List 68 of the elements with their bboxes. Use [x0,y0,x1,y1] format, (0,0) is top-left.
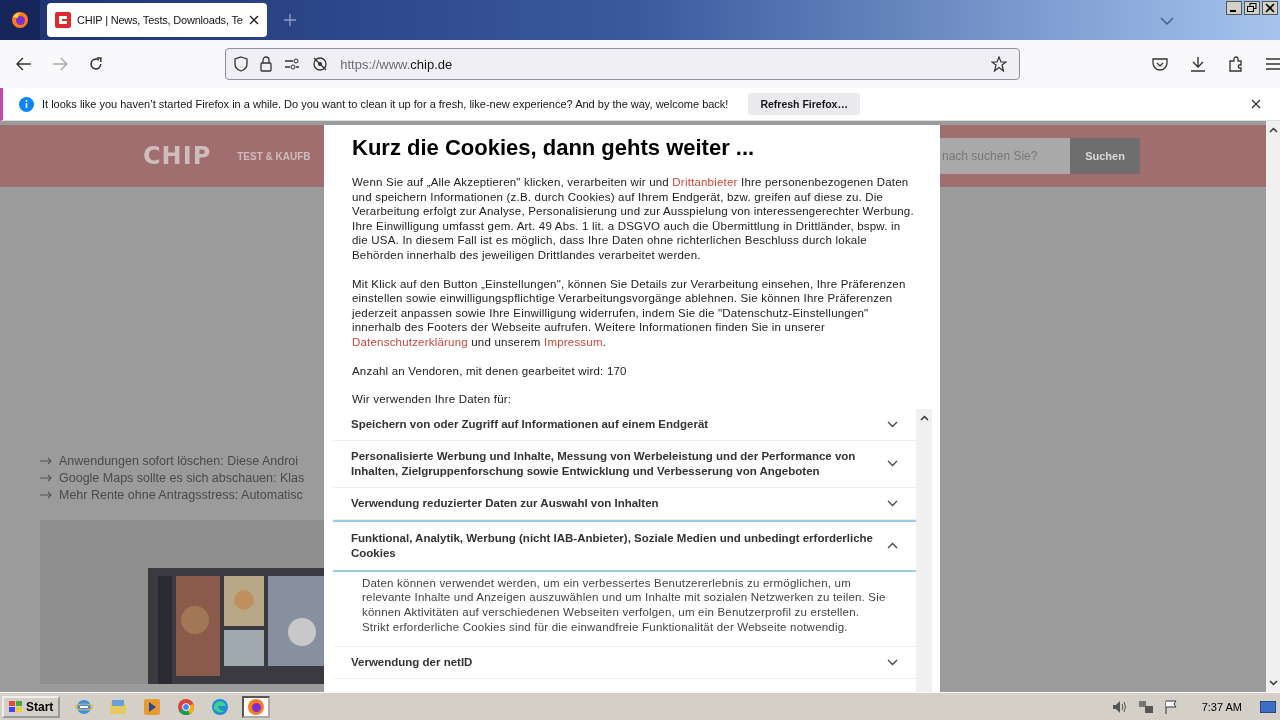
arrow-icon [40,456,53,465]
menu-icon[interactable] [1266,58,1280,70]
clock[interactable]: 7:37 AM [1201,700,1242,713]
media-player-icon [144,698,161,715]
star-icon[interactable] [991,56,1007,72]
arrow-icon [40,490,53,499]
browser-tab[interactable]: CHIP | News, Tests, Downloads, Te [47,3,267,37]
network-icon[interactable] [1137,699,1154,714]
purpose-header[interactable]: Funktional, Analytik, Werbung (nicht IAB-Anbieter), Soziale Medien und unbedingt erforderliche Cookies [333,519,916,572]
text-link[interactable]: Datenschutzerklärung [352,335,468,348]
folder-icon [109,698,128,715]
purpose-description: Daten können verwendet werden, um ein verbessertes Benutzererlebnis zu ermöglichen, um relevante Inhalte und Anzeigen auszuwählen und um Inhalte mit sozialen Netzwerken zu teilen. Sie können Aktivitäten auf verschiedenen Webseiten verfolgen, um ein Benutzerprofil zu erstellen. Strikt erforderliche Cookies sind für die einwandfreie Funktionalität der Webseite notwendig. [362,575,887,635]
chevron-icon [887,499,898,507]
url-text[interactable]: https://www.chip.de [340,56,453,72]
refresh-firefox-button[interactable]: Refresh Firefox… [748,93,860,115]
purpose-header[interactable]: Personalisierte Werbung und Inhalte, Messung von Werbeleistung und der Performance von Inhalten, Zielgruppenforschung sowie Entwicklung und Verbesserung von Angeboten [333,440,916,487]
lock-icon[interactable] [260,56,273,72]
firefox-icon [247,697,266,716]
pocket-icon[interactable] [1152,57,1168,71]
reload-icon[interactable] [87,56,104,72]
browser-e-icon [75,697,94,716]
chevron-icon [887,460,898,468]
minimize-icon[interactable] [1226,1,1242,15]
consent-text: Mit Klick auf den Button „Einstellungen", können Sie Details zur Verarbeitung einsehen, Ihre Präferenzen einstellen sowie einwilligungspflichtige Verarbeitungsvorgänge ablehnen. Sie können Ihre Präferenzen jederzeit anpassen sowie Ihre Einwilligung widerrufen, indem Sie die "Datenschutz-Einstellungen" innerhalb des Footers der Webseite aufrufen. Weitere Informationen finden Sie in unserer Datenschutzerklärung und unserem Impressum. [352,276,907,350]
start-button[interactable]: Start [2,695,61,718]
consent-text: Wir verwenden Ihre Daten für: [352,392,513,407]
flag-icon[interactable] [1163,699,1178,714]
consent-text: Wenn Sie auf „Alle Akzeptieren" klicken, verarbeiten wir und Drittanbieter Ihre personenbezogenen Daten und speichern Informationen (z.B. durch Cookies) auf Ihrem Endgerät, bzw. greifen auf diese zu. Die Verarbeitung erfolgt zur Analyse, Personalisierung und zur Ausspielung von interessengerechter Werbung. Ihre Einwilligung umfasst gem. Art. 49 Abs. 1 lit. a DSGVO auch die Übermittlung in Drittländer, bspw. in die USA. In diesem Fall ist es möglich, dass Ihre Daten ohne richterlichen Beschluss durch lokale Behörden innerhalb des jeweiligen Drittlandes verarbeitet werden. [352,175,915,263]
text-link[interactable]: Impressum [544,335,603,348]
permissions-icon[interactable] [284,58,301,70]
shield-icon[interactable] [234,56,249,72]
scroll-up-icon[interactable] [1268,127,1278,133]
notification-text: It looks like you haven’t started Firefox in a while. Do you want to clean it up for a fresh, like-new experience? And by the way, welcome back! [42,98,729,110]
consent-text: Anzahl an Vendoren, mit denen gearbeitet wird: 170 [352,363,628,379]
close-icon[interactable] [249,15,259,25]
new-tab-icon[interactable] [284,14,296,26]
scroll-up-icon[interactable] [919,414,929,421]
text-link[interactable]: Drittanbieter [672,176,738,188]
windows-logo-icon [9,700,23,713]
chevron-down-icon[interactable] [1160,17,1174,25]
scroll-down-icon[interactable] [1268,680,1278,686]
edge-icon [211,697,230,716]
info-icon [19,96,34,112]
site-icon [55,12,71,28]
show-desktop-icon[interactable] [1260,700,1276,713]
purpose-header[interactable]: Speichern von oder Zugriff auf Informationen auf einem Endgerät [333,408,916,440]
puzzle-icon[interactable] [1228,56,1244,72]
arrow-icon [40,473,53,482]
scrollbar[interactable] [1266,121,1280,692]
purpose-header[interactable]: Verwendung der netID [333,647,916,679]
tracking-blocked-icon[interactable] [312,56,329,72]
search-button[interactable]: Suchen [1070,138,1140,174]
taskbar-app[interactable] [242,695,271,718]
chevron-icon [887,542,898,550]
chevron-icon [887,420,898,428]
close-icon[interactable] [1251,99,1261,109]
restore-icon[interactable] [1244,1,1260,15]
back-icon[interactable] [16,57,32,71]
scrollbar[interactable] [916,408,932,692]
download-icon[interactable] [1190,56,1206,72]
chrome-icon [177,697,196,716]
chevron-icon [887,659,898,667]
dialog-title: Kurz die Cookies, dann gehts weiter ... [352,135,756,161]
speaker-icon[interactable] [1111,699,1128,714]
close-icon[interactable] [1262,1,1278,15]
address-bar[interactable]: https://www.chip.de [225,48,1020,80]
purpose-header[interactable]: Verwendung reduzierter Daten zur Auswahl von Inhalten [333,487,916,519]
firefox-icon[interactable] [11,11,29,29]
